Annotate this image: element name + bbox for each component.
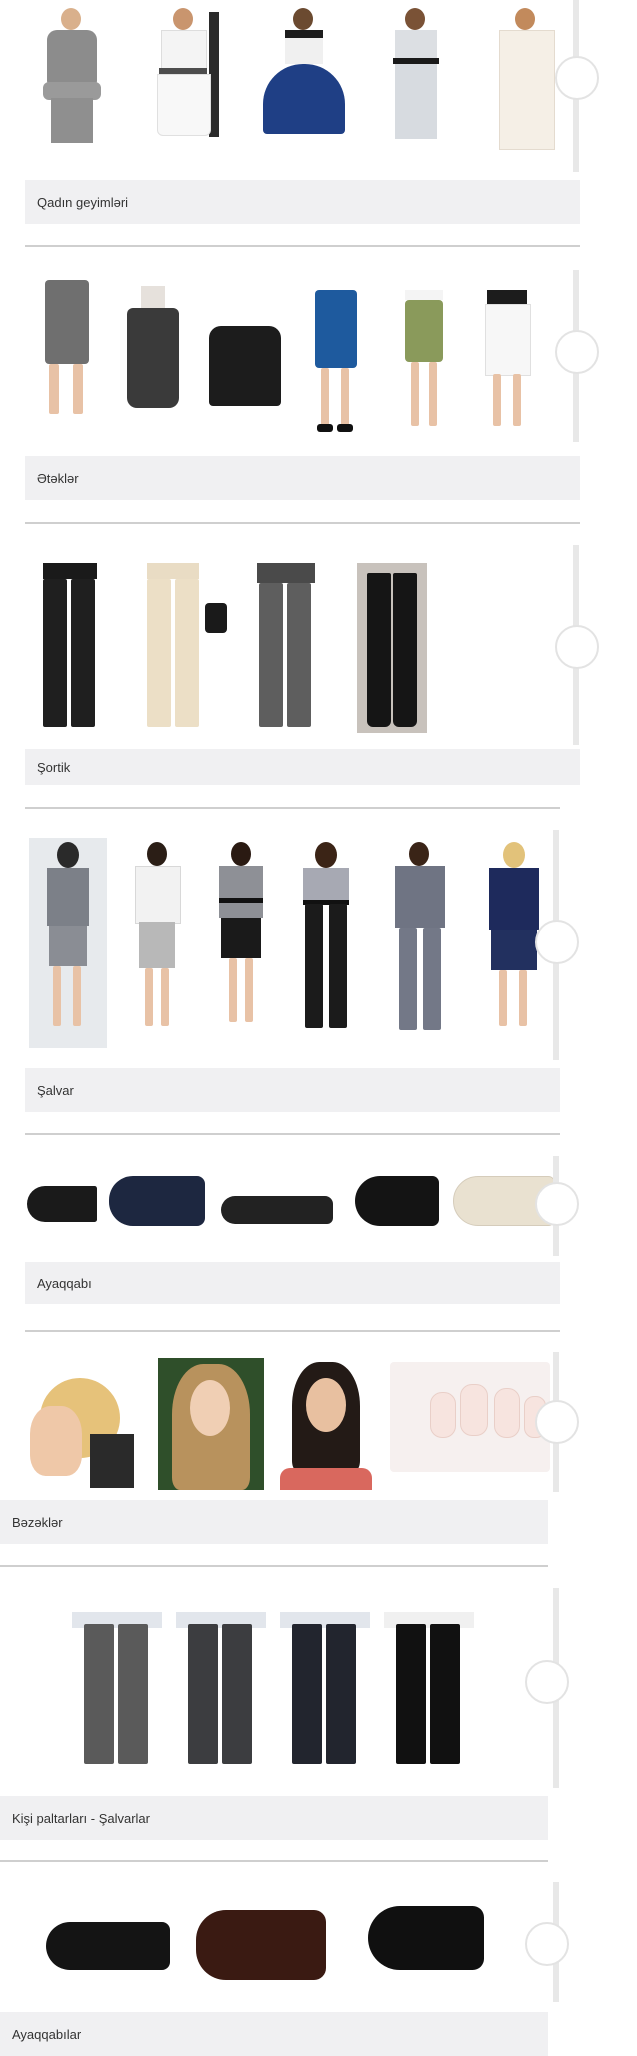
section-skirts: Ətəklər	[25, 270, 599, 506]
section-caption[interactable]: Şalvar	[25, 1068, 560, 1112]
blouse-black-trousers-image	[293, 838, 359, 1048]
blue-flared-skirt-image	[307, 290, 363, 440]
suits-image-strip[interactable]	[25, 830, 560, 1060]
grey-skirt-suit-image	[29, 838, 107, 1048]
section-shorts: Şortik	[25, 545, 599, 790]
scroll-handle[interactable]	[525, 1660, 569, 1704]
grey-jacket-black-skirt-image	[211, 838, 271, 1048]
black-pleated-skirt-image	[209, 326, 281, 406]
accessories-image-strip[interactable]	[0, 1352, 560, 1492]
grey-trousers-image	[253, 563, 319, 738]
black-oxford-pair-image	[46, 1922, 170, 1970]
grey-mens-trousers-image	[72, 1612, 162, 1772]
section-divider	[25, 807, 560, 809]
white-dress-image	[149, 8, 219, 158]
black-mens-trousers-image	[380, 1612, 478, 1772]
scroll-handle[interactable]	[555, 625, 599, 669]
mens-shoes-image-strip[interactable]	[0, 1882, 560, 2002]
grey-trouser-suit-image	[387, 838, 453, 1048]
womens-clothing-image-strip[interactable]	[25, 0, 580, 172]
black-flat-bow-image	[221, 1196, 333, 1224]
section-caption[interactable]: Şortik	[25, 749, 580, 785]
shorts-image-strip[interactable]	[25, 545, 580, 745]
light-grey-sheath-dress-image	[381, 8, 451, 158]
womens-shoes-image-strip[interactable]	[25, 1156, 560, 1256]
section-divider	[25, 1330, 560, 1332]
brown-oxford-pair-image	[196, 1910, 326, 1980]
black-trousers-image	[37, 563, 103, 738]
section-caption[interactable]: Ayaqqabı	[25, 1262, 560, 1304]
scroll-handle[interactable]	[525, 1922, 569, 1966]
french-manicure-image	[390, 1362, 550, 1472]
section-divider	[25, 522, 580, 524]
grey-pencil-skirt-image	[37, 280, 97, 430]
dark-midi-skirt-image	[123, 286, 183, 426]
skirts-image-strip[interactable]	[25, 270, 580, 442]
section-womens-clothing: Qadın geyimləri	[25, 0, 599, 230]
section-shoes-women: Ayaqqabı	[25, 1156, 579, 1308]
charcoal-mens-trousers-image	[176, 1612, 266, 1772]
section-mens-trousers: Kişi paltarları - Şalvarlar	[0, 1588, 569, 1844]
blonde-updo-hairstyle-image	[30, 1358, 148, 1488]
blue-white-dress-image	[257, 8, 347, 158]
black-slingback-image	[355, 1176, 439, 1226]
dark-hair-woman-image	[274, 1358, 378, 1490]
section-caption[interactable]: Ayaqqabılar	[0, 2012, 548, 2056]
grey-peplum-dress-image	[37, 8, 107, 158]
section-divider	[0, 1860, 548, 1862]
navy-pumps-pair-image	[109, 1176, 205, 1226]
long-wavy-hair-image	[158, 1358, 264, 1490]
black-pump-image	[27, 1186, 97, 1222]
section-caption[interactable]: Bəzəklər	[0, 1500, 548, 1544]
scroll-handle[interactable]	[535, 920, 579, 964]
scroll-handle[interactable]	[535, 1182, 579, 1226]
cream-trousers-image	[143, 563, 233, 738]
mens-trousers-image-strip[interactable]	[0, 1588, 560, 1788]
scroll-handle[interactable]	[555, 330, 599, 374]
wide-black-trousers-image	[357, 563, 427, 738]
section-divider	[0, 1565, 548, 1567]
section-trousers: Şalvar	[25, 830, 579, 1120]
section-divider	[25, 245, 580, 247]
black-derby-shoe-image	[368, 1906, 484, 1970]
section-accessories: Bəzəklər	[0, 1352, 579, 1552]
white-skirt-image	[479, 290, 535, 440]
section-divider	[25, 1133, 560, 1135]
section-caption[interactable]: Qadın geyimləri	[25, 180, 580, 224]
section-caption[interactable]: Kişi paltarları - Şalvarlar	[0, 1796, 548, 1840]
olive-pencil-skirt-image	[399, 290, 449, 440]
navy-mens-trousers-image	[280, 1612, 370, 1772]
scroll-handle[interactable]	[535, 1400, 579, 1444]
section-caption[interactable]: Ətəklər	[25, 456, 580, 500]
section-mens-shoes: Ayaqqabılar	[0, 1882, 569, 2056]
white-jacket-skirt-image	[127, 838, 187, 1048]
scroll-handle[interactable]	[555, 56, 599, 100]
